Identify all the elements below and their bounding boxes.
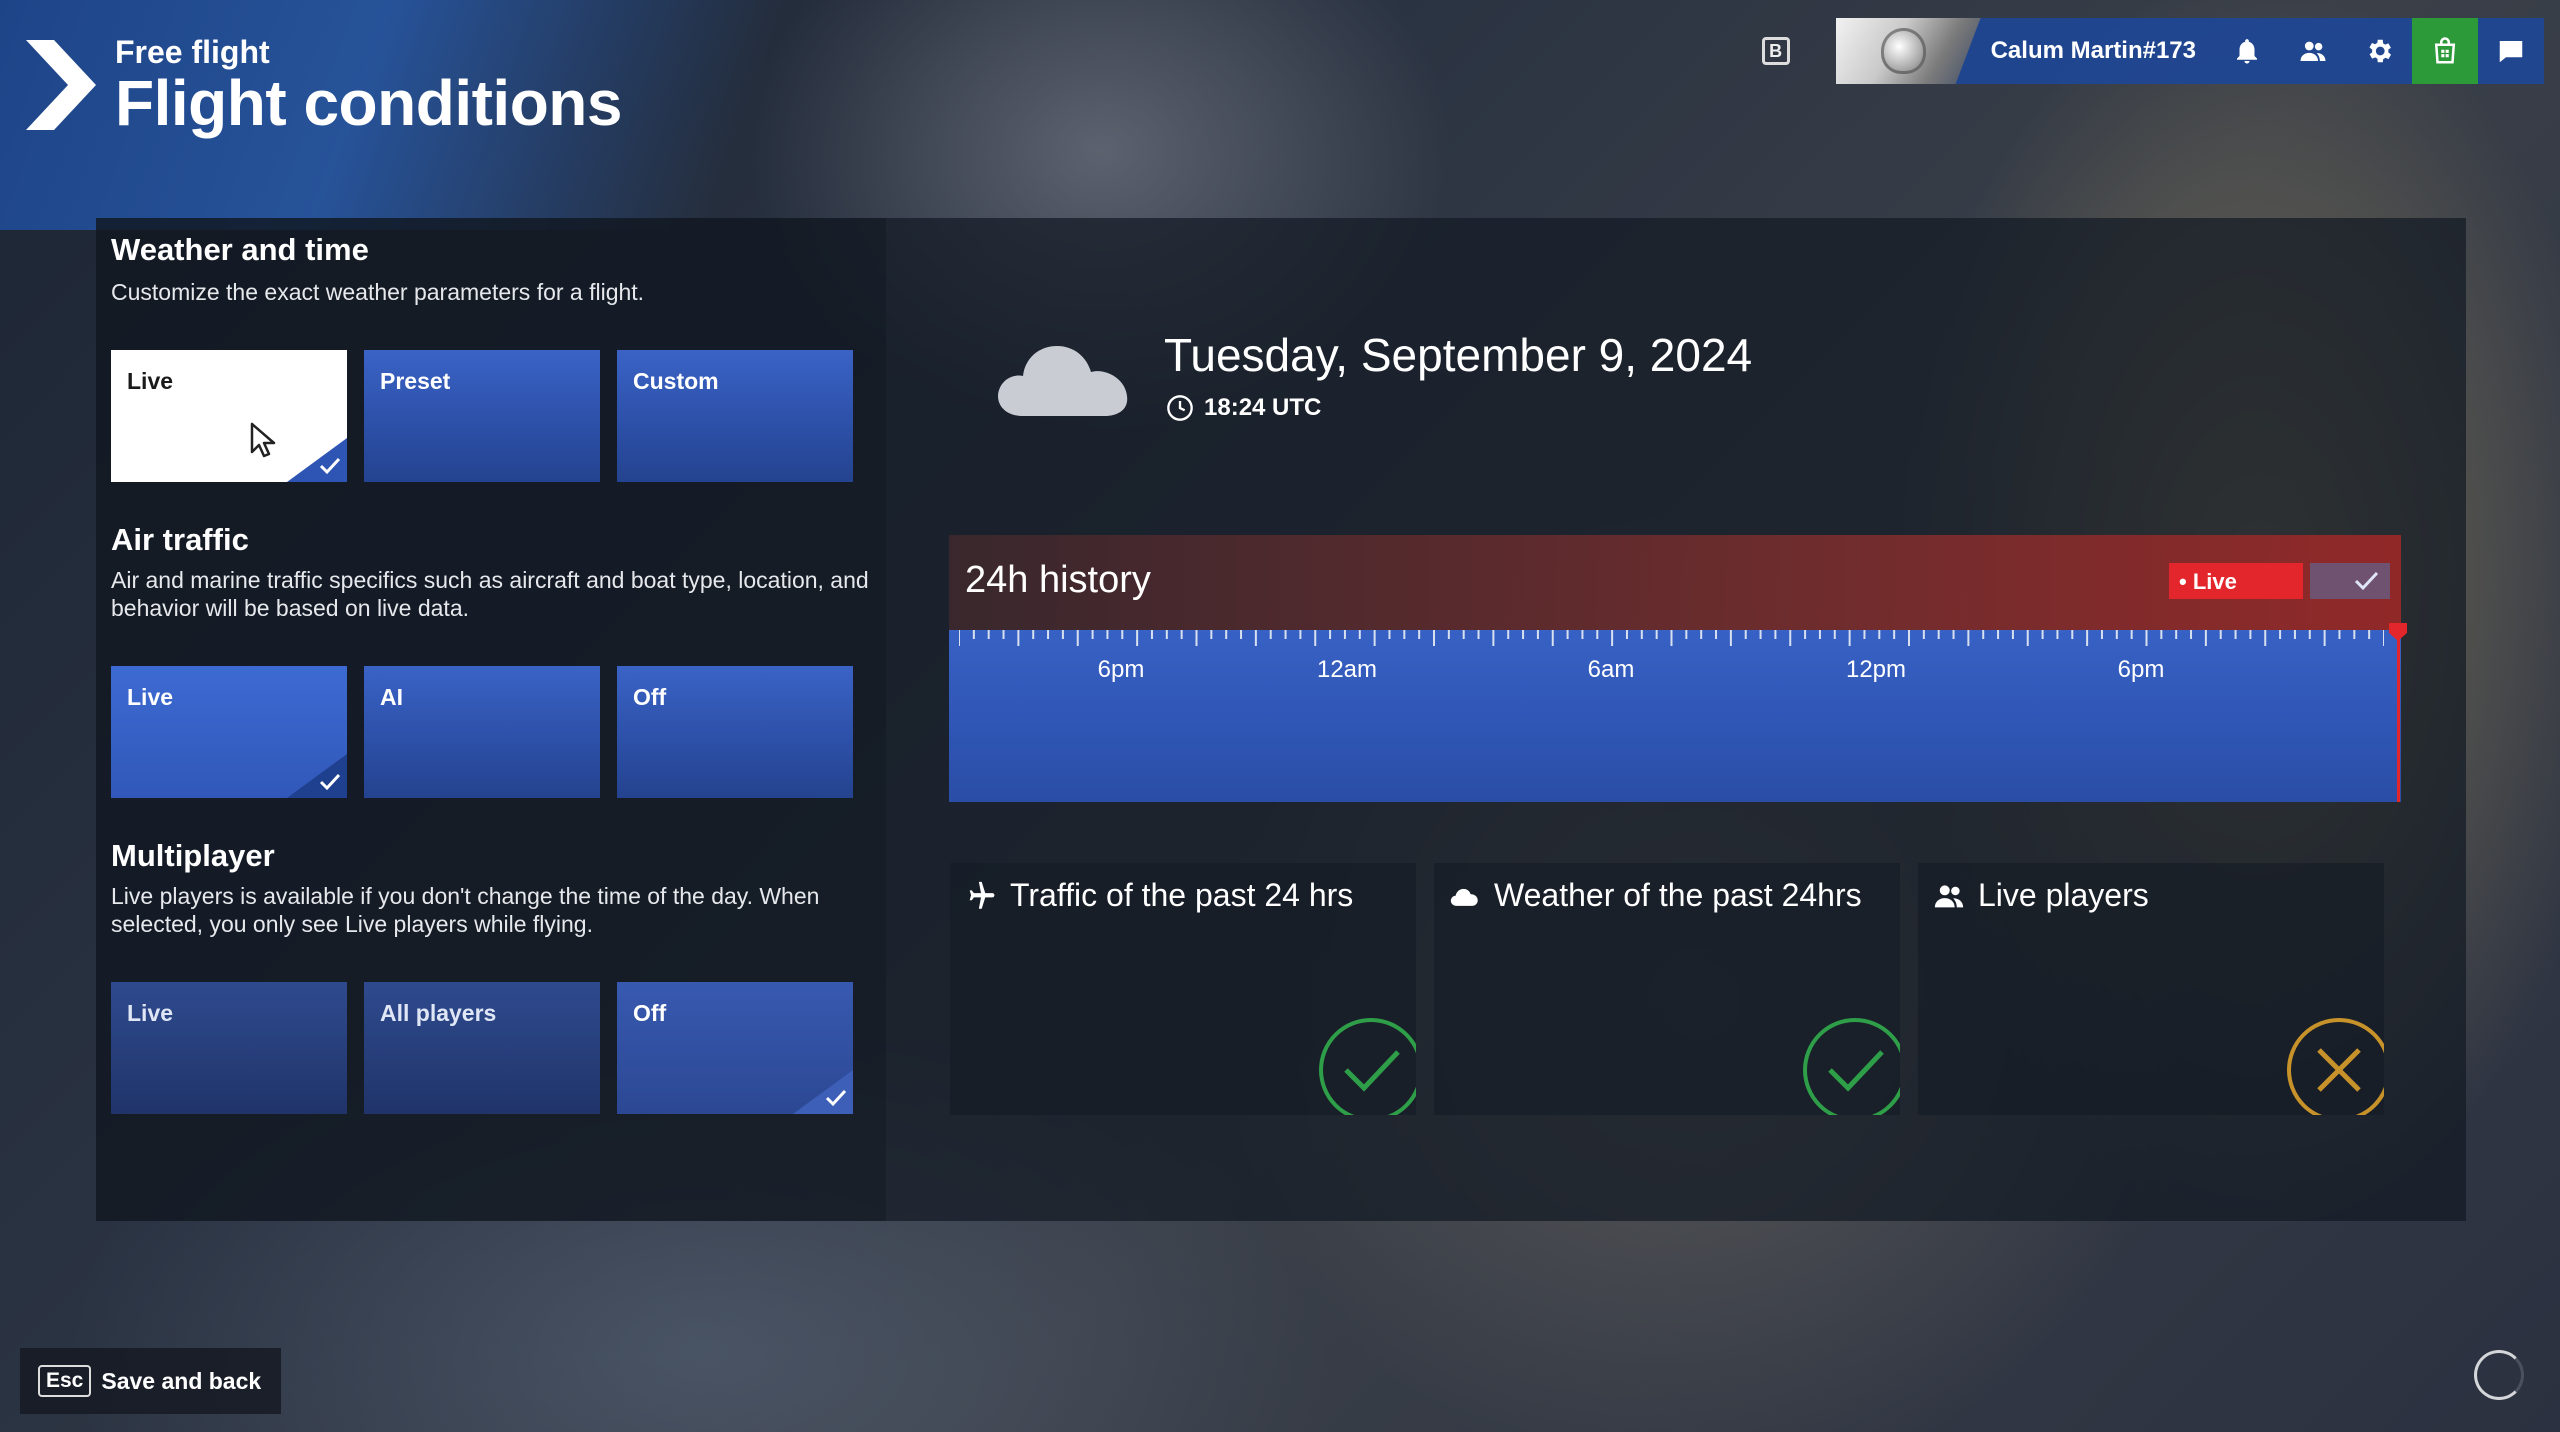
status-card-live-players: Live players <box>1918 863 2384 1115</box>
air-traffic-option-live[interactable]: Live <box>111 666 347 798</box>
chat-button[interactable] <box>2478 18 2544 84</box>
weather-option-live[interactable]: Live <box>111 350 347 482</box>
timeline-tick-label: 12am <box>1316 656 1378 683</box>
x-circle-icon <box>2287 1018 2384 1115</box>
multiplayer-description: Live players is available if you don't c… <box>111 883 820 937</box>
cloud-weather-icon <box>998 346 1128 416</box>
air-traffic-option-ai[interactable]: AI <box>364 666 600 798</box>
status-card-traffic: Traffic of the past 24 hrs <box>950 863 1416 1115</box>
chat-icon <box>2499 41 2523 63</box>
conditions-date: Tuesday, September 9, 2024 <box>1164 329 1753 381</box>
option-label: Live <box>127 1000 174 1026</box>
username[interactable]: Calum Martin#173 <box>1991 37 2196 65</box>
profile-bar[interactable]: Calum Martin#173 <box>1835 18 2544 84</box>
page-title: Flight conditions <box>115 67 622 139</box>
selected-check-icon <box>287 438 347 482</box>
back-chevron-icon[interactable] <box>26 40 96 130</box>
loading-spinner-icon <box>2474 1350 2524 1400</box>
history-bar[interactable]: 6pm 12am 6am 12pm 6pm <box>949 630 2401 802</box>
esc-key-hint: Esc <box>38 1365 92 1397</box>
card-label: Weather of the past 24hrs <box>1494 877 1862 913</box>
option-label: AI <box>380 684 403 710</box>
multiplayer-option-live[interactable]: Live <box>111 982 347 1114</box>
mouse-cursor-icon <box>250 422 276 458</box>
store-bag-icon <box>2434 37 2456 64</box>
air-traffic-option-off[interactable]: Off <box>617 666 853 798</box>
settings-button[interactable] <box>2346 18 2412 84</box>
players-icon <box>1934 885 1964 908</box>
conditions-panel: Weather and time Customize the exact wea… <box>96 218 2466 1221</box>
top-bar: B Calum Martin#173 <box>1761 18 2544 84</box>
option-label: Live <box>127 368 174 394</box>
notifications-button[interactable] <box>2214 18 2280 84</box>
selected-check-icon <box>287 754 347 798</box>
save-and-back-button[interactable]: Esc Save and back <box>20 1348 282 1414</box>
weather-time-description: Customize the exact weather parameters f… <box>111 279 645 305</box>
friends-button[interactable] <box>2280 18 2346 84</box>
card-label: Live players <box>1978 877 2149 913</box>
timeline-tick-label: 12pm <box>1845 656 1907 683</box>
history-title: 24h history <box>965 559 1151 601</box>
live-toggle-label[interactable]: • Live <box>2169 563 2303 599</box>
options-column: Weather and time Customize the exact wea… <box>96 218 886 1221</box>
timeline-tick-label: 6am <box>1587 656 1635 683</box>
save-and-back-label: Save and back <box>101 1367 262 1394</box>
option-label: Off <box>633 1000 667 1026</box>
status-card-weather: Weather of the past 24hrs <box>1434 863 1900 1115</box>
weather-time-title: Weather and time <box>111 232 369 267</box>
store-button[interactable] <box>2412 18 2478 84</box>
plane-icon <box>969 881 995 909</box>
timeline-ticks <box>959 630 2384 646</box>
cloud-icon <box>1450 888 1478 906</box>
option-label: All players <box>380 1000 497 1026</box>
history-timeline[interactable]: 24h history • Live 6pm 12am 6am 12pm 6pm <box>949 535 2407 802</box>
multiplayer-option-off[interactable]: Off <box>617 982 853 1114</box>
time-value: 18:24 UTC <box>1204 394 1322 421</box>
timeline-tick-label: 6pm <box>2117 656 2165 683</box>
multiplayer-title: Multiplayer <box>111 838 275 873</box>
key-hint-b[interactable]: B <box>1761 37 1790 65</box>
option-label: Preset <box>380 368 451 394</box>
now-indicator-line <box>2397 630 2400 802</box>
weather-option-preset[interactable]: Preset <box>364 350 600 482</box>
check-icon <box>2354 571 2379 591</box>
history-header: 24h history • Live <box>949 535 2401 630</box>
air-traffic-description: Air and marine traffic specifics such as… <box>111 567 869 621</box>
selected-check-icon <box>793 1070 853 1114</box>
option-label: Live <box>127 684 174 710</box>
check-circle-icon <box>1803 1018 1900 1115</box>
check-circle-icon <box>1319 1018 1416 1115</box>
air-traffic-title: Air traffic <box>111 522 249 557</box>
gear-icon <box>2369 39 2391 63</box>
timeline-tick-label: 6pm <box>1097 656 1145 683</box>
weather-option-custom[interactable]: Custom <box>617 350 853 482</box>
conditions-time: 18:24 UTC <box>1166 394 1321 422</box>
bell-icon <box>2237 39 2257 64</box>
friends-icon <box>2300 41 2326 61</box>
card-label: Traffic of the past 24 hrs <box>1010 877 1354 913</box>
clock-icon <box>1167 395 1193 421</box>
avatar[interactable] <box>1835 18 1981 84</box>
live-toggle-check[interactable] <box>2310 563 2390 599</box>
multiplayer-option-all-players[interactable]: All players <box>364 982 600 1114</box>
option-label: Custom <box>633 368 719 394</box>
option-label: Off <box>633 684 667 710</box>
